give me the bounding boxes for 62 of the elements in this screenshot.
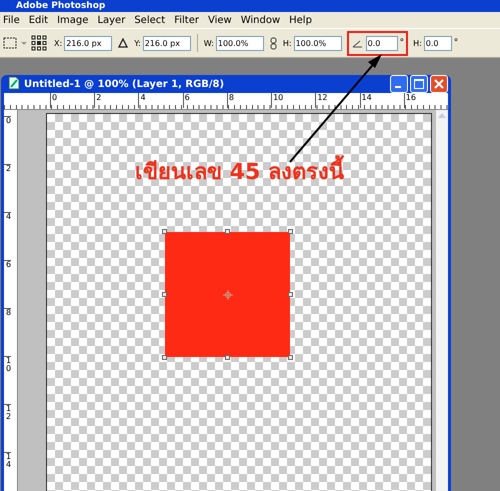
maximize-icon xyxy=(414,79,424,89)
transform-handle[interactable] xyxy=(288,292,293,297)
chain-link-icon[interactable] xyxy=(270,36,277,50)
crosshair-icon xyxy=(223,290,233,300)
input-field[interactable]: 216.0 px xyxy=(64,36,112,50)
ruler-label: 12 xyxy=(4,404,12,452)
annotation-text: เขียนเลข 45 ลงตรงนี้ xyxy=(47,114,431,189)
ruler-label: 16 xyxy=(404,93,448,108)
minimize-button[interactable] xyxy=(390,75,408,93)
field-label: H: xyxy=(413,38,422,48)
menu-item[interactable]: Layer xyxy=(97,14,126,26)
transform-handle[interactable] xyxy=(225,355,230,360)
input-field[interactable]: 100.0% xyxy=(294,36,342,50)
menu-item[interactable]: Window xyxy=(240,14,280,26)
input-field[interactable]: 0.0 xyxy=(366,36,398,50)
menu-item[interactable]: View xyxy=(208,14,232,26)
reference-point-icon[interactable] xyxy=(31,35,47,51)
menu-item[interactable]: Image xyxy=(57,14,88,26)
transform-handle[interactable] xyxy=(288,229,293,234)
menu-item[interactable]: Filter xyxy=(174,14,199,26)
ruler-label: 10 xyxy=(4,356,12,404)
ruler-label: 6 xyxy=(182,93,227,108)
ruler-label: 12 xyxy=(315,93,360,108)
transform-handle[interactable] xyxy=(162,355,167,360)
angle-icon xyxy=(352,38,363,48)
unit-label: ° xyxy=(454,38,458,48)
ruler-label: 6 xyxy=(4,260,12,308)
ruler-label: 4 xyxy=(138,93,183,108)
menu-item[interactable]: Select xyxy=(134,14,166,26)
ruler-label: 2 xyxy=(94,93,138,108)
ruler-label: 8 xyxy=(4,308,12,356)
close-button[interactable] xyxy=(430,75,448,93)
ruler-label: 0 xyxy=(4,116,12,164)
delta-icon xyxy=(118,38,128,48)
document-title: Untitled-1 @ 100% (Layer 1, RGB/8) xyxy=(24,78,226,90)
transform-handle[interactable] xyxy=(288,355,293,360)
input-field[interactable]: 216.0 px xyxy=(142,36,191,50)
transform-handle[interactable] xyxy=(162,229,167,234)
ruler-label: 14 xyxy=(360,93,404,108)
input-field[interactable]: 100.0% xyxy=(216,36,264,50)
ruler-label: 10 xyxy=(271,93,316,108)
menu-item[interactable]: Help xyxy=(289,14,312,26)
field-label: Y: xyxy=(134,38,141,48)
transform-handle[interactable] xyxy=(162,292,167,297)
ruler-label: 2 xyxy=(4,164,12,212)
field-label: W: xyxy=(204,38,214,48)
document-icon xyxy=(8,76,20,92)
ruler-label: 4 xyxy=(4,212,12,260)
field-label: H: xyxy=(282,38,292,48)
close-icon xyxy=(434,79,444,89)
app-title: Adobe Photoshop xyxy=(15,0,106,12)
ruler-label: 0 xyxy=(50,93,94,108)
maximize-button[interactable] xyxy=(410,75,428,93)
menu-item[interactable]: Edit xyxy=(28,14,48,26)
marquee-tool-icon[interactable] xyxy=(2,36,28,50)
menu-item[interactable]: File xyxy=(3,14,20,26)
ruler-label: 14 xyxy=(4,452,12,491)
field-label: X: xyxy=(54,38,62,48)
transform-handle[interactable] xyxy=(225,229,230,234)
input-field[interactable]: 0.0 xyxy=(424,36,452,50)
unit-label: ° xyxy=(400,38,404,48)
ruler-label: 8 xyxy=(226,93,272,108)
